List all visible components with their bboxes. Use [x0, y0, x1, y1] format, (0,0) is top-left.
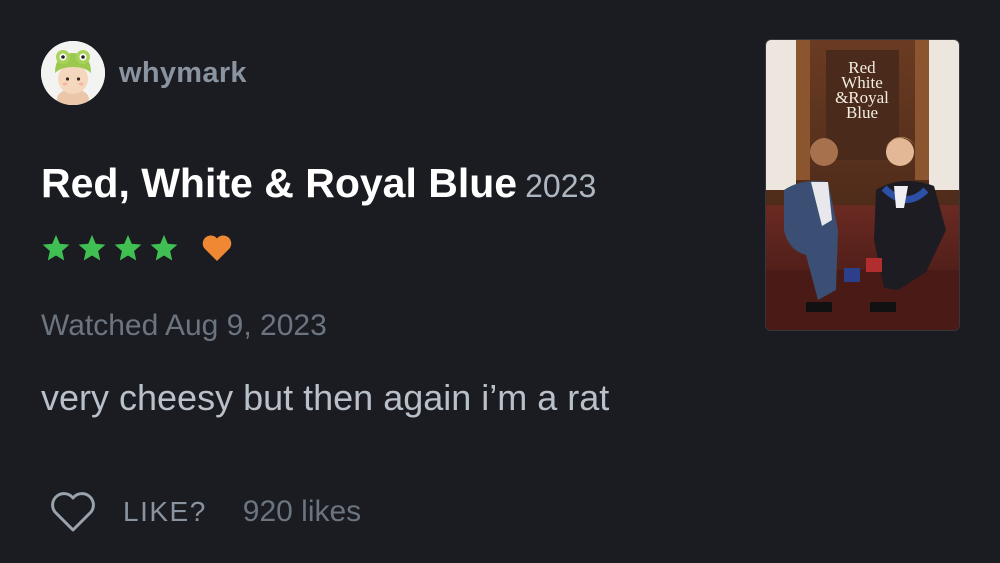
username[interactable]: whymark — [119, 57, 247, 90]
like-bar: LIKE? 920 likes — [48, 490, 361, 534]
poster-title-line: Blue — [845, 103, 879, 122]
star-icon — [42, 234, 70, 261]
star-icon — [114, 234, 142, 261]
like-button[interactable]: LIKE? — [123, 496, 207, 528]
poster-title-text: Red White &Royal Blue — [822, 59, 902, 122]
review-text: very cheesy but then again i’m a rat — [41, 377, 610, 418]
watched-date: Watched Aug 9, 2023 — [41, 309, 327, 342]
avatar[interactable] — [41, 41, 105, 105]
heart-outline-icon[interactable] — [48, 490, 98, 534]
likes-count[interactable]: 920 likes — [243, 495, 361, 529]
review-author[interactable]: whymark — [41, 41, 247, 105]
star-rating — [41, 233, 233, 263]
star-icon — [78, 234, 106, 261]
review-card: whymark Red, White & Royal Blue 2023 Watc… — [0, 0, 1000, 563]
film-title[interactable]: Red, White & Royal Blue — [41, 160, 517, 206]
film-heading: Red, White & Royal Blue 2023 — [41, 160, 596, 207]
liked-heart-icon — [202, 235, 232, 261]
film-poster[interactable]: Red White &Royal Blue — [766, 40, 959, 330]
frog-hat-doll-avatar-icon — [41, 41, 105, 105]
star-icon — [150, 234, 178, 261]
film-year[interactable]: 2023 — [525, 168, 596, 204]
